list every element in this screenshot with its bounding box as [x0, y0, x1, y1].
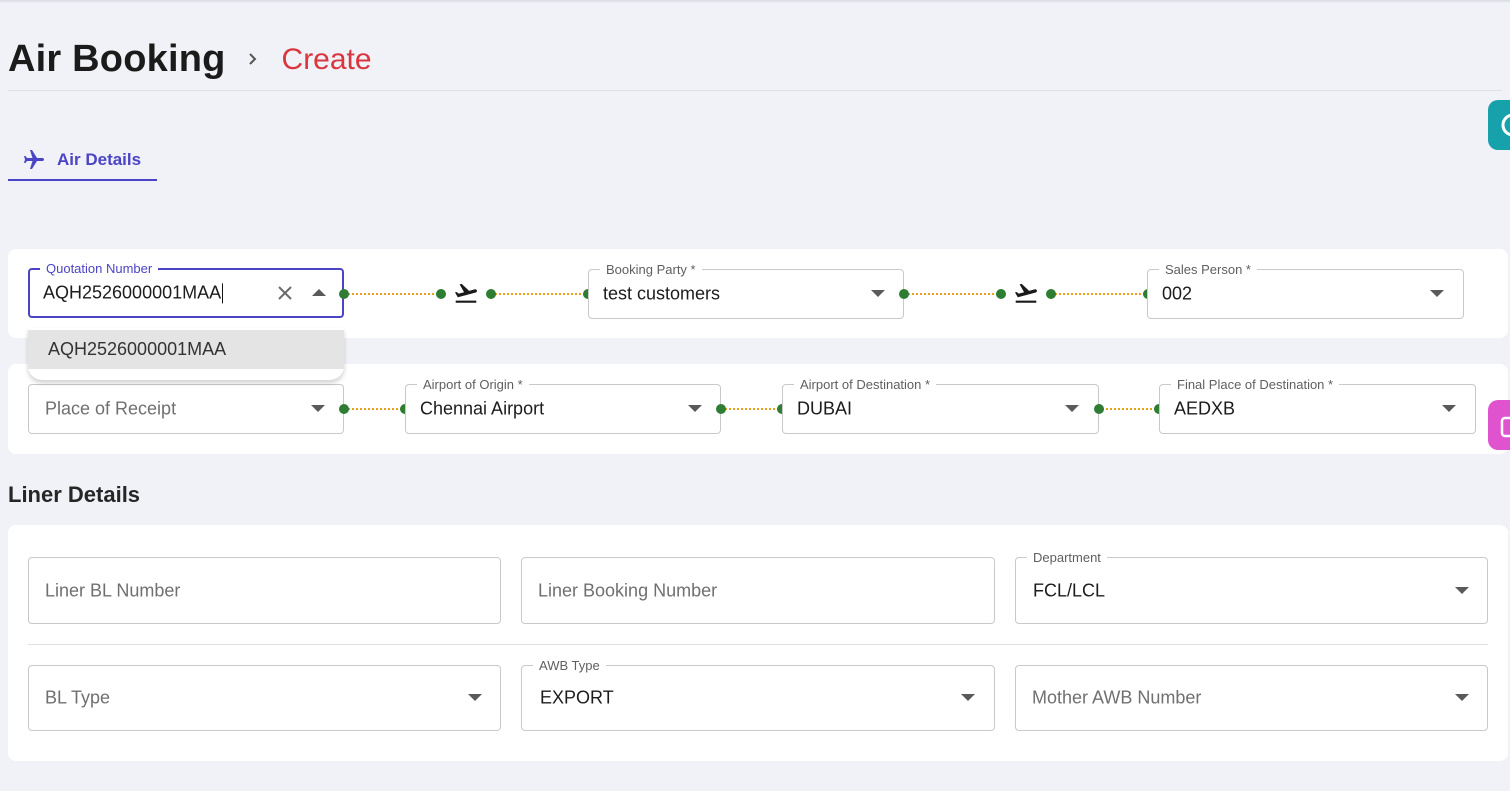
help-icon — [1501, 113, 1510, 137]
chevron-right-icon — [248, 36, 262, 82]
chevron-down-icon[interactable] — [468, 694, 482, 701]
airport-of-destination-label: Airport of Destination * — [794, 377, 937, 392]
package-icon — [1500, 416, 1510, 438]
liner-bl-number-placeholder: Liner BL Number — [45, 580, 181, 600]
final-place-of-destination-label: Final Place of Destination * — [1171, 377, 1340, 392]
divider — [28, 644, 1488, 645]
final-place-of-destination-value: AEDXB — [1174, 398, 1236, 419]
mother-awb-number-placeholder: Mother AWB Number — [1032, 687, 1202, 708]
route-connector — [339, 404, 410, 414]
tab-air-details[interactable]: Air Details — [8, 140, 157, 181]
clear-icon[interactable] — [276, 284, 294, 302]
airport-of-origin-label: Airport of Origin * — [417, 377, 529, 392]
plane-departure-icon — [1014, 283, 1037, 303]
airport-of-destination-field[interactable]: Airport of Destination * DUBAI — [782, 377, 1099, 434]
chevron-down-icon[interactable] — [311, 405, 325, 412]
bl-type-select[interactable]: BL Type — [28, 665, 501, 731]
airplane-icon — [24, 149, 44, 169]
bl-type-placeholder: BL Type — [45, 687, 111, 708]
route-connector — [1094, 404, 1164, 414]
floating-action-button[interactable] — [1488, 400, 1510, 450]
sales-person-field[interactable]: Sales Person * 002 — [1147, 262, 1464, 319]
chevron-down-icon[interactable] — [1442, 405, 1456, 412]
route-connector — [899, 289, 1006, 299]
floating-help-button[interactable] — [1488, 100, 1510, 150]
place-of-receipt-field[interactable]: Place of Receipt — [28, 384, 344, 434]
tab-label: Air Details — [57, 149, 142, 169]
booking-party-label: Booking Party * — [600, 262, 702, 277]
plane-departure-icon — [454, 283, 477, 303]
sales-person-label: Sales Person * — [1159, 262, 1257, 277]
chevron-down-icon[interactable] — [1455, 694, 1469, 701]
quotation-number-label: Quotation Number — [40, 261, 159, 276]
dropdown-option[interactable]: AQH2526000001MAA — [28, 330, 344, 369]
department-label: Department — [1027, 550, 1107, 565]
sales-person-value: 002 — [1162, 283, 1193, 304]
booking-party-value: test customers — [603, 283, 721, 304]
chevron-down-icon[interactable] — [961, 694, 975, 701]
quotation-number-field[interactable]: Quotation Number AQH2526000001MAA — [28, 261, 344, 318]
route-connector — [486, 289, 593, 299]
section-title-liner-details: Liner Details — [8, 482, 141, 507]
liner-bl-number-input[interactable]: Liner BL Number — [28, 557, 501, 624]
final-place-of-destination-field[interactable]: Final Place of Destination * AEDXB — [1159, 377, 1476, 434]
airport-of-destination-value: DUBAI — [797, 398, 853, 419]
chevron-down-icon[interactable] — [871, 290, 885, 297]
chevron-down-icon[interactable] — [688, 405, 702, 412]
quotation-number-value[interactable]: AQH2526000001MAA — [43, 282, 221, 302]
breadcrumb-current: Create — [281, 43, 372, 76]
place-of-receipt-placeholder: Place of Receipt — [45, 398, 177, 419]
chevron-down-icon[interactable] — [1430, 290, 1444, 297]
page-title: Air Booking — [8, 38, 226, 80]
department-select[interactable]: Department FCL/LCL — [1015, 550, 1488, 624]
chevron-down-icon[interactable] — [1455, 586, 1469, 594]
liner-booking-number-input[interactable]: Liner Booking Number — [521, 557, 995, 624]
route-connector — [716, 404, 787, 414]
airport-of-origin-field[interactable]: Airport of Origin * Chennai Airport — [405, 377, 721, 434]
chevron-up-icon[interactable] — [312, 289, 326, 296]
quotation-dropdown-menu: AQH2526000001MAA — [28, 328, 344, 380]
route-connector — [1046, 289, 1153, 299]
mother-awb-number-select[interactable]: Mother AWB Number — [1015, 665, 1488, 731]
awb-type-label: AWB Type — [533, 658, 606, 673]
awb-type-value: EXPORT — [540, 687, 614, 708]
chevron-down-icon[interactable] — [1065, 405, 1079, 412]
awb-type-select[interactable]: AWB Type EXPORT — [521, 658, 995, 731]
booking-party-field[interactable]: Booking Party * test customers — [588, 262, 904, 319]
top-shadow — [0, 0, 1510, 3]
department-value: FCL/LCL — [1033, 580, 1106, 600]
airport-of-origin-value: Chennai Airport — [420, 398, 545, 419]
text-caret — [222, 283, 224, 304]
route-connector — [339, 289, 446, 299]
liner-booking-number-placeholder: Liner Booking Number — [538, 580, 718, 600]
page-header: Air Booking Create — [8, 36, 1502, 91]
